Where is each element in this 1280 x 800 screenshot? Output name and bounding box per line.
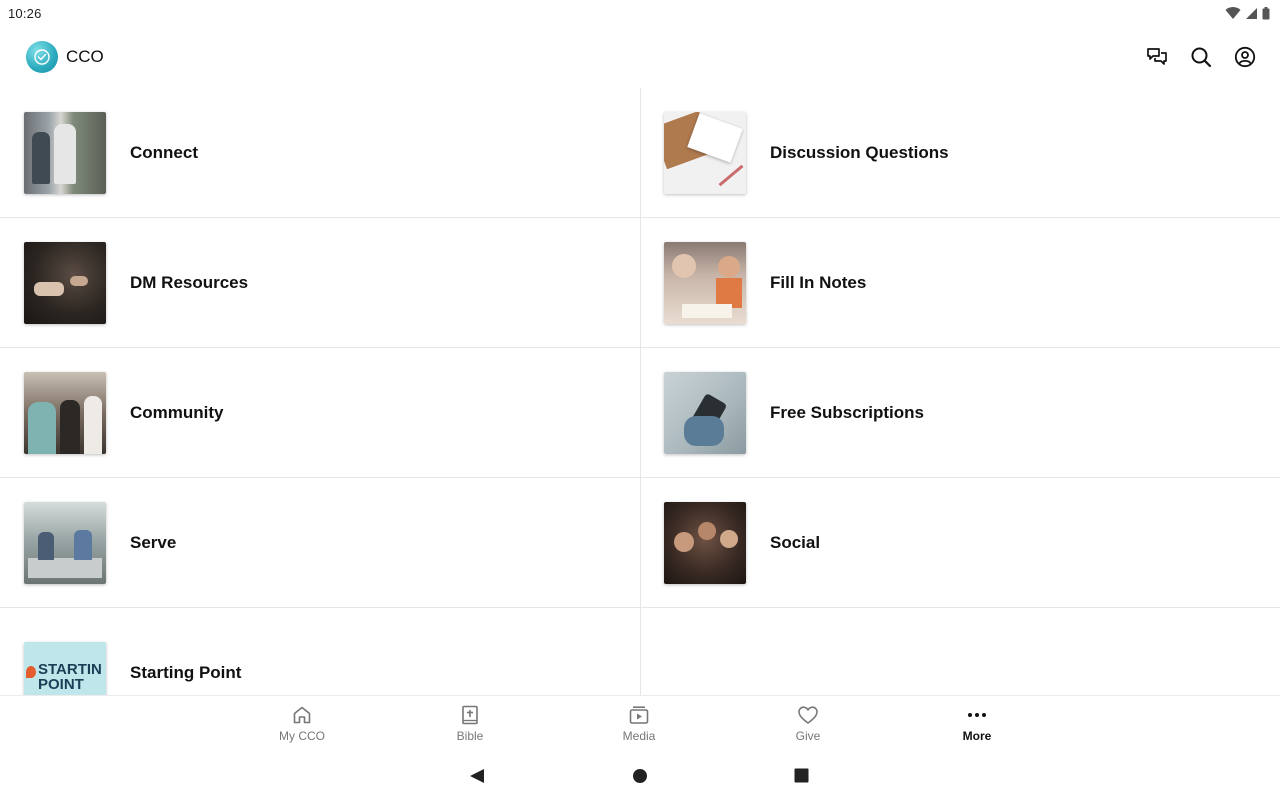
nav-label: Give [795, 729, 821, 743]
nav-label: Media [622, 729, 656, 743]
menu-grid: Connect Discussion Questions DM Resource… [0, 88, 1280, 695]
bible-icon [462, 705, 478, 725]
battery-icon [1262, 6, 1270, 19]
starting-point-thumb-text: STARTIN POINT [38, 661, 102, 693]
media-icon [629, 706, 649, 724]
tile-starting-point[interactable]: STARTIN POINT Starting Point [0, 608, 640, 695]
nav-item-give[interactable]: Give [758, 704, 858, 743]
tile-label: Starting Point [130, 663, 242, 682]
system-nav-bar [0, 753, 1280, 800]
tile-community[interactable]: Community [0, 348, 640, 478]
more-icon [968, 713, 986, 717]
back-icon[interactable] [469, 768, 485, 789]
home-icon [293, 706, 311, 724]
app-actions [1146, 46, 1256, 68]
nav-item-more[interactable]: More [927, 704, 1027, 743]
tile-label: Connect [130, 142, 198, 162]
tile-social[interactable]: Social [640, 478, 1280, 608]
tile-connect[interactable]: Connect [0, 88, 640, 218]
tile-label: Discussion Questions [770, 142, 949, 162]
wifi-icon [1225, 7, 1241, 20]
tile-dm-resources[interactable]: DM Resources [0, 218, 640, 348]
recents-icon[interactable] [794, 768, 809, 788]
tile-label: Fill In Notes [770, 272, 867, 292]
social-thumbnail [664, 501, 746, 584]
tile-label: DM Resources [130, 272, 249, 292]
app-title: CCO [66, 47, 104, 66]
nav-item-bible[interactable]: Bible [420, 704, 520, 743]
nav-item-my-cco[interactable]: My CCO [252, 704, 352, 743]
connect-thumbnail [24, 111, 106, 194]
cco-logo-icon [26, 41, 58, 73]
status-icons [1225, 6, 1270, 20]
nav-label: Bible [456, 729, 484, 743]
account-icon[interactable] [1234, 46, 1256, 68]
home-circle-icon[interactable] [632, 768, 648, 789]
tile-label: Community [130, 402, 224, 422]
bottom-nav: My CCO Bible Media Give More [0, 695, 1280, 753]
tile-discussion-questions[interactable]: Discussion Questions [640, 88, 1280, 218]
nav-label: My CCO [279, 729, 325, 743]
tile-free-subscriptions[interactable]: Free Subscriptions [640, 348, 1280, 478]
starting-point-thumbnail: STARTIN POINT [24, 642, 106, 695]
chat-icon[interactable] [1146, 46, 1168, 68]
tile-serve[interactable]: Serve [0, 478, 640, 608]
app-bar: CCO [0, 26, 1280, 88]
tile-label: Social [770, 532, 821, 552]
dm-resources-thumbnail [24, 241, 106, 324]
heart-icon [798, 706, 818, 724]
serve-thumbnail [24, 501, 106, 584]
tile-label: Free Subscriptions [770, 402, 924, 422]
community-thumbnail [24, 371, 106, 454]
free-subscriptions-thumbnail [664, 371, 746, 454]
tile-fill-in-notes[interactable]: Fill In Notes [640, 218, 1280, 348]
search-icon[interactable] [1190, 46, 1212, 68]
discussion-questions-thumbnail [664, 111, 746, 194]
status-time: 10:26 [8, 5, 42, 21]
tile-label: Serve [130, 532, 177, 552]
brand: CCO [26, 41, 104, 73]
fill-in-notes-thumbnail [664, 241, 746, 324]
status-bar: 10:26 [0, 0, 1280, 26]
signal-icon [1246, 7, 1257, 19]
nav-label: More [962, 729, 992, 743]
nav-item-media[interactable]: Media [589, 704, 689, 743]
